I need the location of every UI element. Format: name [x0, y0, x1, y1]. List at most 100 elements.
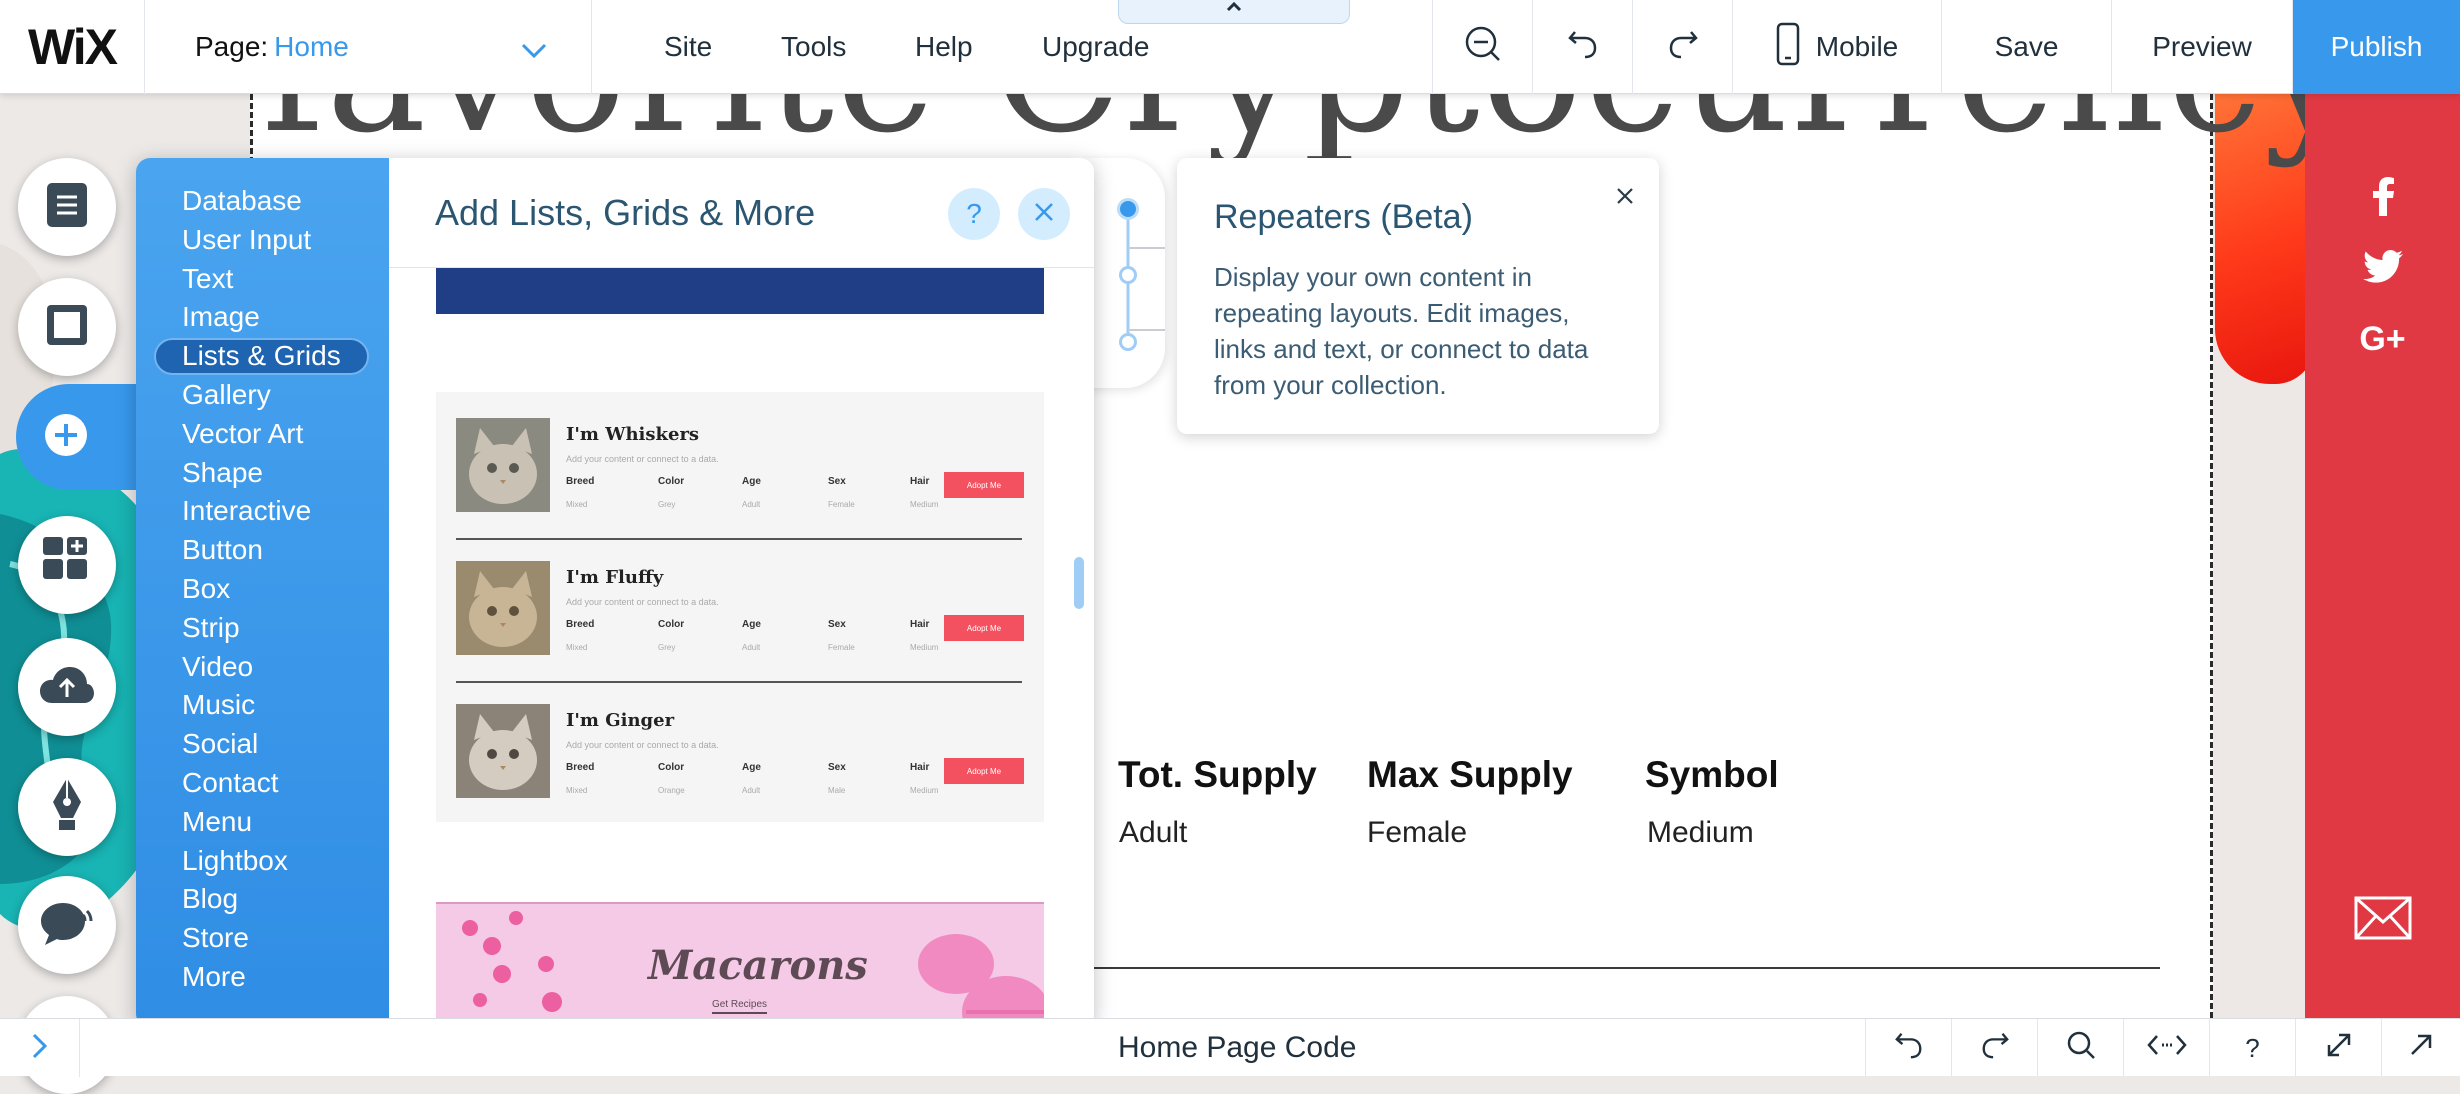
macarons-title: Macarons	[648, 942, 868, 989]
item-name: I'm Fluffy	[566, 567, 664, 588]
stat-header-max-supply[interactable]: Max Supply	[1367, 754, 1573, 796]
twitter-icon[interactable]	[2305, 250, 2460, 289]
menu-site[interactable]: Site	[664, 0, 712, 94]
field-value: Adult	[742, 643, 761, 652]
stat-header-symbol[interactable]: Symbol	[1645, 754, 1779, 796]
panel-close-button[interactable]	[1018, 188, 1070, 240]
page-selector[interactable]: Page: Home	[145, 0, 592, 94]
category-item[interactable]: Lists & Grids	[136, 337, 389, 376]
code-panel-bar: Home Page Code ?	[0, 1018, 2460, 1077]
blog-button[interactable]	[18, 758, 116, 856]
code-redo-button[interactable]	[1951, 1019, 2037, 1077]
menu-help[interactable]: Help	[915, 0, 973, 94]
stat-value-tot-supply[interactable]: Adult	[1119, 816, 1187, 850]
save-button[interactable]: Save	[1941, 0, 2111, 94]
pages-icon	[45, 181, 89, 234]
category-item[interactable]: More	[136, 958, 389, 997]
panel-scrollbar-thumb[interactable]	[1074, 557, 1084, 609]
category-item[interactable]: Music	[136, 686, 389, 725]
code-search-button[interactable]	[2037, 1019, 2123, 1077]
code-properties-button[interactable]	[2123, 1019, 2209, 1077]
mobile-view-button[interactable]: Mobile	[1732, 0, 1941, 94]
category-item[interactable]: Image	[136, 298, 389, 337]
step-dot-1[interactable]	[1117, 198, 1139, 220]
category-label: Text	[182, 262, 234, 294]
add-button[interactable]	[16, 384, 140, 490]
category-label: Menu	[182, 805, 253, 837]
field-value: Orange	[658, 786, 685, 795]
category-label: User Input	[182, 223, 312, 255]
field-label: Breed	[566, 762, 595, 773]
category-label: Vector Art	[182, 417, 304, 449]
field-value: Mixed	[566, 500, 588, 509]
mobile-label: Mobile	[1815, 31, 1899, 62]
code-popout-button[interactable]	[2381, 1019, 2460, 1077]
category-item[interactable]: User Input	[136, 221, 389, 260]
code-panel-toggle[interactable]	[0, 1019, 80, 1077]
category-item[interactable]: Box	[136, 570, 389, 609]
category-item[interactable]: Interactive	[136, 492, 389, 531]
panel-content[interactable]: I'm Whiskers Add your content or connect …	[389, 268, 1094, 1028]
category-label: Button	[182, 534, 263, 566]
collapse-topbar-tab[interactable]	[1118, 0, 1350, 24]
pages-button[interactable]	[18, 158, 116, 256]
stat-value-symbol[interactable]: Medium	[1647, 816, 1754, 850]
zoom-out-button[interactable]	[1432, 0, 1532, 94]
list-item[interactable]: I'm Fluffy Add your content or connect to…	[456, 561, 1024, 676]
category-item[interactable]: Store	[136, 919, 389, 958]
stat-value-max-supply[interactable]: Female	[1367, 816, 1467, 850]
macarons-preset-card[interactable]: Macarons Get Recipes	[436, 902, 1044, 1028]
upload-button[interactable]	[18, 638, 116, 736]
field-value: Adult	[742, 786, 761, 795]
undo-button[interactable]	[1532, 0, 1632, 94]
category-item[interactable]: Lightbox	[136, 842, 389, 881]
horizontal-divider[interactable]	[1000, 967, 2160, 969]
code-maximize-button[interactable]	[2295, 1019, 2381, 1077]
step-dot-3[interactable]	[1119, 333, 1137, 351]
preview-button[interactable]: Preview	[2111, 0, 2292, 94]
category-label: Box	[182, 572, 231, 604]
category-item[interactable]: Text	[136, 260, 389, 299]
category-item[interactable]: Shape	[136, 454, 389, 493]
wix-logo[interactable]: WiX	[0, 0, 145, 94]
background-button[interactable]	[18, 278, 116, 376]
panel-help-button[interactable]: ?	[948, 188, 1000, 240]
step-dot-2[interactable]	[1119, 266, 1137, 284]
app-market-icon	[41, 536, 93, 594]
category-item[interactable]: Strip	[136, 609, 389, 648]
facebook-icon[interactable]	[2305, 176, 2460, 221]
cat-photo	[456, 561, 550, 655]
category-item[interactable]: Database	[136, 182, 389, 221]
menu-tools[interactable]: Tools	[781, 0, 846, 94]
category-item[interactable]: Vector Art	[136, 415, 389, 454]
list-item[interactable]: I'm Ginger Add your content or connect to…	[456, 704, 1024, 819]
redo-button[interactable]	[1632, 0, 1732, 94]
category-item[interactable]: Social	[136, 725, 389, 764]
arrow-up-right-icon	[2408, 1032, 2434, 1065]
stat-header-tot-supply[interactable]: Tot. Supply	[1118, 754, 1317, 796]
chevron-right-icon	[31, 1032, 49, 1065]
google-plus-icon[interactable]: G+	[2305, 320, 2460, 359]
repeater-preset-card[interactable]: I'm Whiskers Add your content or connect …	[436, 392, 1044, 822]
category-item[interactable]: Menu	[136, 803, 389, 842]
publish-button[interactable]: Publish	[2292, 0, 2460, 94]
category-item[interactable]: Button	[136, 531, 389, 570]
category-item[interactable]: Gallery	[136, 376, 389, 415]
mail-icon[interactable]	[2305, 896, 2460, 945]
tooltip-close-button[interactable]	[1615, 186, 1635, 211]
category-item[interactable]: Contact	[136, 764, 389, 803]
list-item[interactable]: I'm Whiskers Add your content or connect …	[456, 418, 1024, 533]
social-bar[interactable]: G+	[2305, 94, 2460, 1018]
app-market-button[interactable]	[18, 516, 116, 614]
page-selector-value: Home	[274, 31, 349, 62]
category-item[interactable]: Blog	[136, 880, 389, 919]
expand-icon	[2325, 1031, 2353, 1066]
code-undo-button[interactable]	[1865, 1019, 1951, 1077]
code-help-button[interactable]: ?	[2209, 1019, 2295, 1077]
category-item[interactable]: Video	[136, 648, 389, 687]
category-label: Database	[182, 185, 302, 216]
chat-button[interactable]	[18, 876, 116, 974]
field-label: Breed	[566, 476, 595, 487]
preset-blue-strip[interactable]	[436, 268, 1044, 314]
right-gridline	[2210, 94, 2213, 1018]
